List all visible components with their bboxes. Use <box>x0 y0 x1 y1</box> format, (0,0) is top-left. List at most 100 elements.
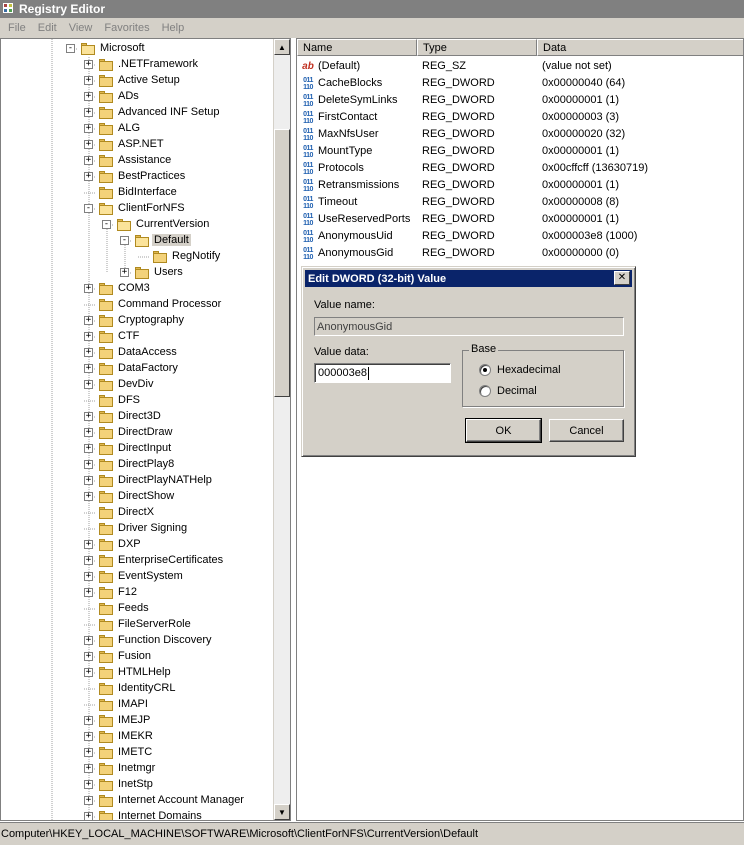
value-row[interactable]: 011 110 DeleteSymLinks REG_DWORD 0x00000001 … <box>297 92 743 109</box>
tree-item[interactable]: + Function Discovery <box>1 633 273 649</box>
tree-item[interactable]: + DirectDraw <box>1 425 273 441</box>
column-header-type[interactable]: Type <box>417 39 537 56</box>
value-row[interactable]: ab (Default) REG_SZ (value not set) <box>297 58 743 75</box>
expand-icon[interactable]: + <box>84 444 93 453</box>
collapse-icon[interactable]: - <box>120 236 129 245</box>
tree-item-label[interactable]: DirectShow <box>116 490 176 502</box>
expand-icon[interactable]: + <box>84 316 93 325</box>
collapse-icon[interactable]: - <box>66 44 75 53</box>
expand-icon[interactable]: + <box>84 764 93 773</box>
tree-item[interactable]: + ALG <box>1 121 273 137</box>
tree-item[interactable]: + Assistance <box>1 153 273 169</box>
decimal-radio[interactable]: Decimal <box>479 383 537 399</box>
tree-item[interactable]: + IMETC <box>1 745 273 761</box>
tree-item[interactable]: + DataFactory <box>1 361 273 377</box>
tree-item-label[interactable]: IMAPI <box>116 698 150 710</box>
expand-icon[interactable]: + <box>84 108 93 117</box>
scroll-thumb[interactable] <box>274 129 290 397</box>
expand-icon[interactable]: + <box>84 428 93 437</box>
tree-item-label[interactable]: BidInterface <box>116 186 179 198</box>
expand-icon[interactable]: + <box>84 76 93 85</box>
tree-item-label[interactable]: DevDiv <box>116 378 155 390</box>
expand-icon[interactable]: + <box>84 348 93 357</box>
expand-icon[interactable]: + <box>84 364 93 373</box>
expand-icon[interactable]: + <box>84 172 93 181</box>
expand-icon[interactable]: + <box>84 636 93 645</box>
column-header-name[interactable]: Name <box>297 39 417 56</box>
tree-item-label[interactable]: DirectPlay8 <box>116 458 176 470</box>
value-data-input[interactable]: 000003e8 <box>314 363 451 383</box>
value-row[interactable]: 011 110 UseReservedPorts REG_DWORD 0x0000000… <box>297 211 743 228</box>
tree-vertical-scrollbar[interactable]: ▲ ▼ <box>273 39 290 820</box>
tree-item[interactable]: + DirectPlay8 <box>1 457 273 473</box>
tree-item-label[interactable]: F12 <box>116 586 139 598</box>
tree-item[interactable]: + Internet Account Manager <box>1 793 273 809</box>
expand-icon[interactable]: + <box>120 268 129 277</box>
tree-item-label[interactable]: Active Setup <box>116 74 182 86</box>
tree-item[interactable]: + DirectInput <box>1 441 273 457</box>
tree-item-label[interactable]: COM3 <box>116 282 152 294</box>
tree-item-label[interactable]: DirectDraw <box>116 426 174 438</box>
tree-item-label[interactable]: DXP <box>116 538 143 550</box>
tree-item[interactable]: + DevDiv <box>1 377 273 393</box>
value-row[interactable]: 011 110 Protocols REG_DWORD 0x00cffcff (1363… <box>297 160 743 177</box>
menu-file[interactable]: File <box>2 22 32 34</box>
tree-item-label[interactable]: Command Processor <box>116 298 223 310</box>
tree-item-label[interactable]: InetStp <box>116 778 155 790</box>
collapse-icon[interactable]: - <box>102 220 111 229</box>
tree-item[interactable]: + EnterpriseCertificates <box>1 553 273 569</box>
expand-icon[interactable]: + <box>84 796 93 805</box>
tree-item[interactable]: + EventSystem <box>1 569 273 585</box>
tree-item[interactable]: + Users <box>1 265 273 281</box>
value-row[interactable]: 011 110 CacheBlocks REG_DWORD 0x00000040 (64… <box>297 75 743 92</box>
tree-item-label[interactable]: Users <box>152 266 185 278</box>
expand-icon[interactable]: + <box>84 748 93 757</box>
dialog-title-bar[interactable]: Edit DWORD (32-bit) Value ✕ <box>305 270 632 287</box>
tree-item-label[interactable]: DirectPlayNATHelp <box>116 474 214 486</box>
tree-item[interactable]: + Cryptography <box>1 313 273 329</box>
dialog-close-button[interactable]: ✕ <box>614 271 630 285</box>
expand-icon[interactable]: + <box>84 652 93 661</box>
value-row[interactable]: 011 110 AnonymousUid REG_DWORD 0x000003e8 (1… <box>297 228 743 245</box>
tree-item[interactable]: + ASP.NET <box>1 137 273 153</box>
tree-item[interactable]: + DirectShow <box>1 489 273 505</box>
registry-key-tree[interactable]: - Microsoft + .NETFramework + Active Setup + AD… <box>0 38 291 821</box>
tree-item[interactable]: - Default <box>1 233 273 249</box>
tree-item-label[interactable]: CTF <box>116 330 141 342</box>
menu-edit[interactable]: Edit <box>32 22 63 34</box>
tree-item[interactable]: + Inetmgr <box>1 761 273 777</box>
tree-item[interactable]: + Internet Domains <box>1 809 273 820</box>
tree-item[interactable]: + DXP <box>1 537 273 553</box>
value-row[interactable]: 011 110 MountType REG_DWORD 0x00000001 (1) <box>297 143 743 160</box>
expand-icon[interactable]: + <box>84 476 93 485</box>
tree-item[interactable]: + HTMLHelp <box>1 665 273 681</box>
tree-item[interactable]: + F12 <box>1 585 273 601</box>
expand-icon[interactable]: + <box>84 332 93 341</box>
value-row[interactable]: 011 110 Retransmissions REG_DWORD 0x00000001… <box>297 177 743 194</box>
tree-item-label[interactable]: Advanced INF Setup <box>116 106 222 118</box>
tree-item-label[interactable]: Function Discovery <box>116 634 214 646</box>
tree-item[interactable]: + IMEKR <box>1 729 273 745</box>
tree-item-label[interactable]: ADs <box>116 90 141 102</box>
tree-item[interactable]: - Microsoft <box>1 41 273 57</box>
expand-icon[interactable]: + <box>84 588 93 597</box>
expand-icon[interactable]: + <box>84 412 93 421</box>
tree-item-label[interactable]: DFS <box>116 394 142 406</box>
tree-item[interactable]: IMAPI <box>1 697 273 713</box>
tree-item-label[interactable]: Assistance <box>116 154 173 166</box>
tree-item-label[interactable]: Internet Account Manager <box>116 794 246 806</box>
tree-item-label[interactable]: Driver Signing <box>116 522 189 534</box>
tree-item[interactable]: + InetStp <box>1 777 273 793</box>
title-bar[interactable]: Registry Editor <box>0 0 744 18</box>
tree-item[interactable]: DirectX <box>1 505 273 521</box>
value-row[interactable]: 011 110 FirstContact REG_DWORD 0x00000003 (3… <box>297 109 743 126</box>
expand-icon[interactable]: + <box>84 284 93 293</box>
tree-item-label[interactable]: ALG <box>116 122 142 134</box>
tree-item[interactable]: + Fusion <box>1 649 273 665</box>
ok-button[interactable]: OK <box>465 418 542 443</box>
tree-item-label[interactable]: DirectInput <box>116 442 173 454</box>
expand-icon[interactable]: + <box>84 556 93 565</box>
tree-item[interactable]: - CurrentVersion <box>1 217 273 233</box>
expand-icon[interactable]: + <box>84 92 93 101</box>
tree-item-label[interactable]: Microsoft <box>98 42 147 54</box>
